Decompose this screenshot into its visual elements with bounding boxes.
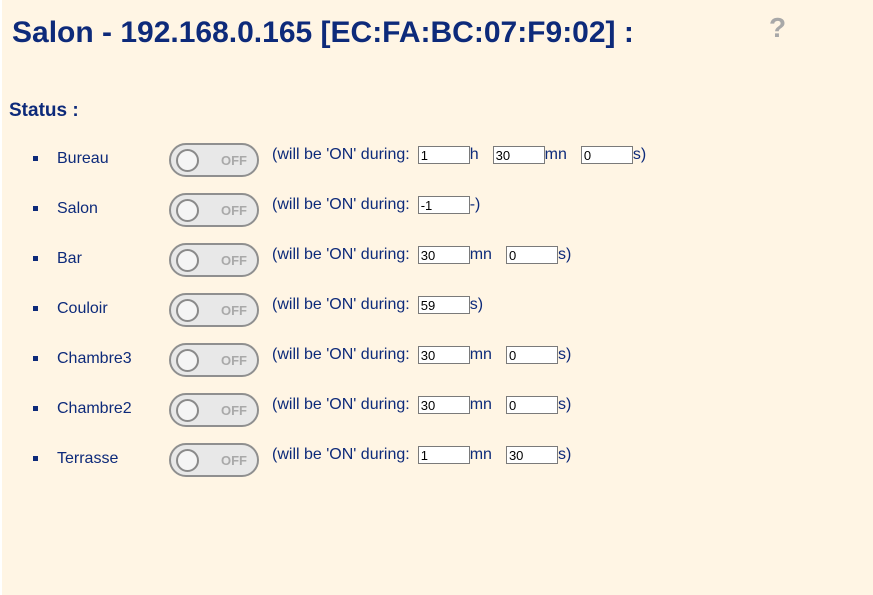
status-row-chambre2: Chambre2 OFF (will be 'ON' during: mn s) [2, 384, 873, 434]
duration-input[interactable] [417, 346, 470, 364]
power-toggle[interactable]: OFF [169, 193, 259, 227]
power-toggle[interactable]: OFF [169, 343, 259, 377]
duration-group: (will be 'ON' during: mn s) [272, 444, 571, 466]
bullet-icon [33, 456, 38, 461]
toggle-state-label: OFF [221, 453, 247, 468]
duration-unit: h [469, 146, 479, 163]
duration-group: (will be 'ON' during: s) [272, 294, 483, 316]
power-toggle[interactable]: OFF [169, 443, 259, 477]
power-toggle[interactable]: OFF [169, 143, 259, 177]
toggle-knob-icon [176, 199, 199, 222]
device-name: Bar [57, 250, 82, 267]
device-name: Couloir [57, 300, 108, 317]
power-toggle[interactable]: OFF [169, 293, 259, 327]
duration-unit: s) [557, 346, 572, 363]
duration-unit: s) [469, 296, 484, 313]
status-list: Bureau OFF (will be 'ON' during: h mn s) Salon… [2, 134, 873, 484]
bullet-icon [33, 356, 38, 361]
duration-input[interactable] [417, 246, 470, 264]
duration-group: (will be 'ON' during: mn s) [272, 244, 571, 266]
duration-prefix: (will be 'ON' during: [272, 196, 410, 213]
toggle-state-label: OFF [221, 403, 247, 418]
page: Salon - 192.168.0.165 [EC:FA:BC:07:F9:02… [2, 0, 873, 595]
device-name: Chambre2 [57, 400, 132, 417]
duration-group: (will be 'ON' during: -) [272, 194, 480, 216]
duration-unit: mn [469, 346, 492, 363]
bullet-icon [33, 156, 38, 161]
help-button[interactable]: ? [769, 12, 786, 44]
duration-group: (will be 'ON' during: h mn s) [272, 144, 646, 166]
duration-input[interactable] [417, 196, 470, 214]
duration-input[interactable] [492, 146, 545, 164]
device-name: Terrasse [57, 450, 119, 467]
duration-prefix: (will be 'ON' during: [272, 396, 410, 413]
duration-unit: s) [632, 146, 647, 163]
bullet-icon [33, 406, 38, 411]
duration-prefix: (will be 'ON' during: [272, 346, 410, 363]
duration-input[interactable] [417, 446, 470, 464]
bullet-icon [33, 256, 38, 261]
duration-unit: -) [469, 196, 481, 213]
toggle-knob-icon [176, 299, 199, 322]
page-title: Salon - 192.168.0.165 [EC:FA:BC:07:F9:02… [12, 16, 634, 49]
toggle-state-label: OFF [221, 303, 247, 318]
toggle-state-label: OFF [221, 203, 247, 218]
duration-group: (will be 'ON' during: mn s) [272, 394, 571, 416]
duration-input[interactable] [417, 396, 470, 414]
toggle-knob-icon [176, 399, 199, 422]
device-name: Chambre3 [57, 350, 132, 367]
duration-unit: mn [469, 246, 492, 263]
status-row-bureau: Bureau OFF (will be 'ON' during: h mn s) [2, 134, 873, 184]
toggle-state-label: OFF [221, 353, 247, 368]
duration-unit: s) [557, 446, 572, 463]
status-row-terrasse: Terrasse OFF (will be 'ON' during: mn s) [2, 434, 873, 484]
duration-prefix: (will be 'ON' during: [272, 446, 410, 463]
duration-prefix: (will be 'ON' during: [272, 146, 410, 163]
power-toggle[interactable]: OFF [169, 243, 259, 277]
duration-unit: s) [557, 246, 572, 263]
status-row-couloir: Couloir OFF (will be 'ON' during: s) [2, 284, 873, 334]
duration-group: (will be 'ON' during: mn s) [272, 344, 571, 366]
toggle-state-label: OFF [221, 153, 247, 168]
bullet-icon [33, 206, 38, 211]
status-heading: Status : [9, 100, 79, 121]
duration-input[interactable] [580, 146, 633, 164]
toggle-knob-icon [176, 349, 199, 372]
device-name: Bureau [57, 150, 109, 167]
status-row-salon: Salon OFF (will be 'ON' during: -) [2, 184, 873, 234]
status-row-bar: Bar OFF (will be 'ON' during: mn s) [2, 234, 873, 284]
duration-input[interactable] [505, 346, 558, 364]
power-toggle[interactable]: OFF [169, 393, 259, 427]
duration-unit: s) [557, 396, 572, 413]
duration-unit: mn [544, 146, 567, 163]
toggle-knob-icon [176, 249, 199, 272]
duration-input[interactable] [505, 246, 558, 264]
duration-prefix: (will be 'ON' during: [272, 246, 410, 263]
duration-input[interactable] [505, 396, 558, 414]
duration-input[interactable] [417, 296, 470, 314]
duration-unit: mn [469, 396, 492, 413]
duration-input[interactable] [505, 446, 558, 464]
bullet-icon [33, 306, 38, 311]
toggle-state-label: OFF [221, 253, 247, 268]
toggle-knob-icon [176, 449, 199, 472]
duration-input[interactable] [417, 146, 470, 164]
device-name: Salon [57, 200, 98, 217]
duration-prefix: (will be 'ON' during: [272, 296, 410, 313]
toggle-knob-icon [176, 149, 199, 172]
duration-unit: mn [469, 446, 492, 463]
status-row-chambre3: Chambre3 OFF (will be 'ON' during: mn s) [2, 334, 873, 384]
